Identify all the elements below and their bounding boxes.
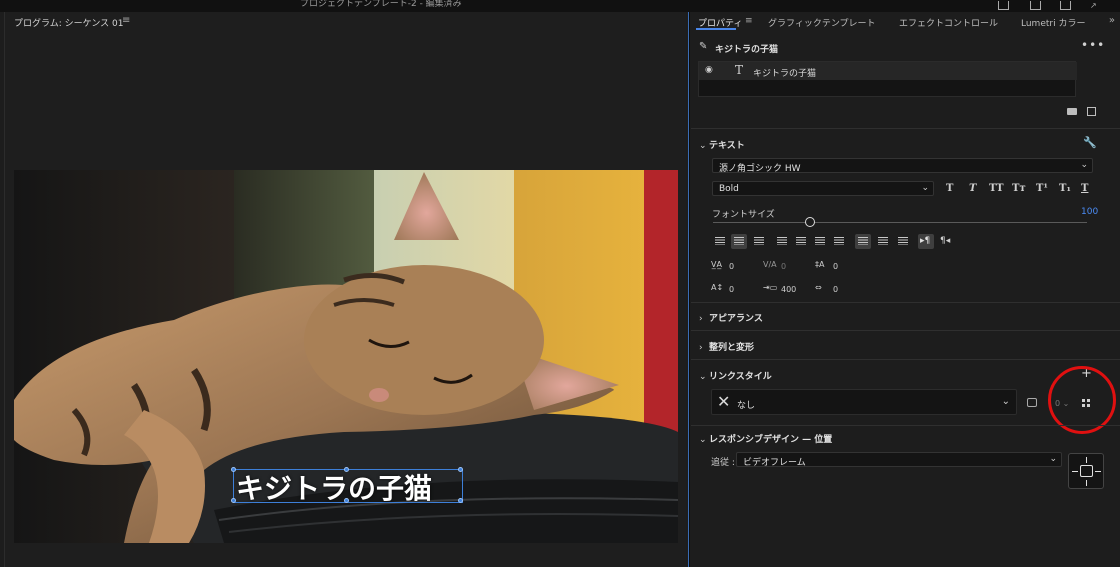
leading-icon: ‡A [815,260,825,269]
double-chevron-right-icon[interactable]: » [1109,15,1115,26]
none-x-icon: ✕ [717,392,731,411]
chevron-right-icon: › [699,343,703,353]
workspace-icon[interactable] [998,1,1009,10]
sync-style-icon[interactable] [1027,398,1037,407]
leading-value[interactable]: 0 [833,262,838,271]
chevron-down-icon: ⌄ [1080,160,1088,170]
section-align-transform-header[interactable]: › 整列と変形 [699,340,754,353]
program-monitor: プログラム: シーケンス 01 ≡ キジトラの子猫 [4,12,686,567]
layout-icon[interactable] [1060,1,1071,10]
chevron-down-icon: ⌄ [699,141,707,151]
follow-select[interactable]: ビデオフレーム ⌄ [736,452,1062,468]
properties-panel: プロパティ ≡ グラフィックテンプレート エフェクトコントロール Lumetri… [691,12,1120,567]
justify-all-button[interactable] [831,234,847,249]
align-left-button[interactable] [712,234,728,249]
chevron-down-icon: ⌄ [699,372,707,382]
panel-icon[interactable] [1030,1,1041,10]
follow-label: 追従 : [711,458,735,468]
hamburger-icon[interactable]: ≡ [122,15,130,26]
panel-divider[interactable] [688,12,690,567]
layer-name: キジトラの子猫 [753,69,817,79]
pin-to-widget[interactable] [1068,453,1104,489]
chevron-down-icon: ⌄ [699,435,707,445]
kerning-value[interactable]: 0 [729,262,734,271]
chevron-down-icon: ⌄ [921,183,929,193]
section-responsive-header[interactable]: ⌄ レスポンシブデザイン — 位置 [699,432,832,445]
clip-name: キジトラの子猫 [715,45,779,55]
small-caps-button[interactable]: Tт [1012,183,1026,194]
overlay-title-text[interactable]: キジトラの子猫 [236,467,432,507]
ltr-direction-button[interactable]: ▸¶ [918,234,934,249]
section-linked-style-header[interactable]: ⌄ リンクスタイル [699,369,772,382]
expand-window-icon[interactable]: ↗ [1090,1,1101,10]
new-layer-icon[interactable] [1087,107,1096,116]
tsume-value[interactable]: 400 [781,285,796,294]
faux-bold-button[interactable]: T [946,183,953,194]
window-titlebar: プロジェクトテンプレート-2 - 編集済み ↗ [0,0,1120,12]
text-layer-icon: T [735,63,744,77]
graphic-pen-icon: ✎ [699,41,708,52]
program-monitor-tab[interactable]: プログラム: シーケンス 01 [14,16,124,29]
font-family-select[interactable]: 源ノ角ゴシック HW ⌄ [712,158,1093,174]
font-style-select[interactable]: Bold ⌄ [712,181,934,196]
active-tab-indicator [696,28,736,30]
tab-effect-controls[interactable]: エフェクトコントロール [899,16,998,29]
font-size-slider[interactable] [713,222,1087,223]
justify-right-button[interactable] [812,234,828,249]
layer-list: ◉ T キジトラの子猫 [698,61,1077,97]
all-caps-button[interactable]: TT [989,183,1004,194]
faux-italic-button[interactable]: T [969,183,976,194]
tab-lumetri-color[interactable]: Lumetri カラー [1021,16,1085,29]
underline-button[interactable]: T [1081,183,1088,194]
align-top-button[interactable] [855,234,871,249]
align-center-button[interactable] [731,234,747,249]
align-bottom-button[interactable] [895,234,911,249]
font-size-slider-thumb[interactable] [805,217,816,227]
eye-icon[interactable]: ◉ [705,65,713,75]
tab-width-value[interactable]: 0 [833,285,838,294]
chevron-down-icon: ⌄ [1049,454,1057,464]
hamburger-icon[interactable]: ≡ [745,16,753,26]
chevron-down-icon: ⌄ [1001,396,1010,407]
font-size-label: フォントサイズ [712,210,775,220]
folder-icon[interactable] [1067,108,1077,115]
align-right-button[interactable] [751,234,767,249]
more-dots-icon[interactable]: ••• [1081,38,1105,52]
section-appearance-header[interactable]: › アピアランス [699,311,763,324]
subscript-button[interactable]: T₁ [1059,183,1071,194]
linked-style-select[interactable]: ✕ なし ⌄ [711,389,1017,415]
font-size-value[interactable]: 100 [1081,207,1098,217]
tracking-value[interactable]: 0 [781,262,786,271]
justify-left-button[interactable] [774,234,790,249]
rtl-direction-button[interactable]: ¶◂ [938,234,954,249]
tab-graphic-templates[interactable]: グラフィックテンプレート [768,16,876,29]
video-frame[interactable]: キジトラの子猫 [14,170,678,543]
section-text-header[interactable]: ⌄ テキスト [699,138,745,151]
wrench-icon[interactable]: 🔧 [1083,136,1097,149]
justify-center-button[interactable] [793,234,809,249]
layer-row[interactable]: ◉ T キジトラの子猫 [699,62,1077,80]
tab-width-icon: ⇔ [815,283,822,292]
baseline-shift-icon: A↕ [711,283,724,292]
panel-tabs: プロパティ ≡ グラフィックテンプレート エフェクトコントロール Lumetri… [691,12,1120,32]
window-title: プロジェクトテンプレート-2 - 編集済み [300,0,462,9]
align-middle-button[interactable] [875,234,891,249]
baseline-shift-value[interactable]: 0 [729,285,734,294]
kerning-icon: V̲A̲ [711,260,722,269]
highlight-circle [1048,366,1116,434]
superscript-button[interactable]: T¹ [1036,183,1048,194]
tracking-icon: V/A [763,260,777,269]
tsume-icon: ⇥▭ [763,283,778,292]
chevron-right-icon: › [699,314,703,324]
